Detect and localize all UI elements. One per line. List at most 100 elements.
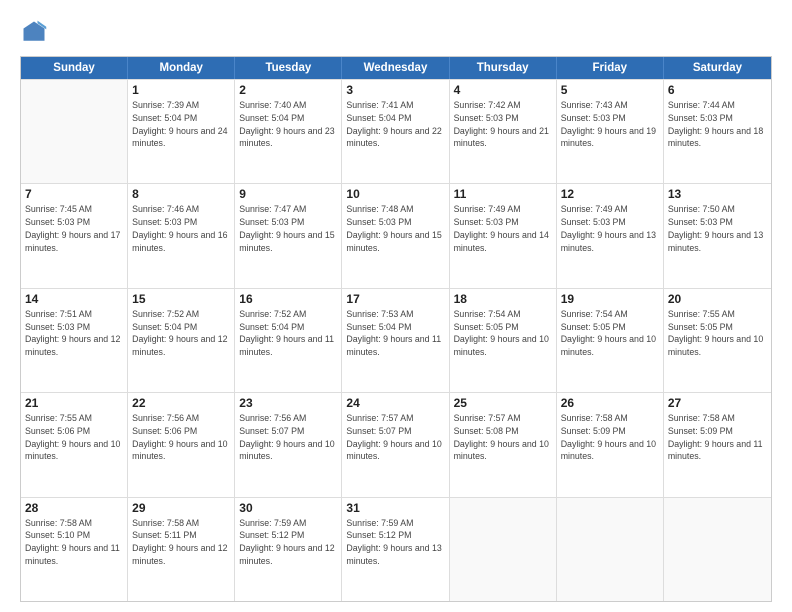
day-number: 6 bbox=[668, 83, 767, 97]
day-info: Sunrise: 7:58 AMSunset: 5:09 PMDaylight:… bbox=[668, 412, 767, 463]
calendar-cell: 19 Sunrise: 7:54 AMSunset: 5:05 PMDayligh… bbox=[557, 289, 664, 392]
day-info: Sunrise: 7:56 AMSunset: 5:07 PMDaylight:… bbox=[239, 412, 337, 463]
calendar-header-friday: Friday bbox=[557, 57, 664, 79]
calendar-cell: 18 Sunrise: 7:54 AMSunset: 5:05 PMDayligh… bbox=[450, 289, 557, 392]
day-number: 1 bbox=[132, 83, 230, 97]
calendar-cell bbox=[664, 498, 771, 601]
calendar-cell: 16 Sunrise: 7:52 AMSunset: 5:04 PMDayligh… bbox=[235, 289, 342, 392]
calendar-cell: 9Sunrise: 7:47 AMSunset: 5:03 PMDaylight… bbox=[235, 184, 342, 287]
calendar-cell bbox=[450, 498, 557, 601]
day-info: Sunrise: 7:55 AMSunset: 5:06 PMDaylight:… bbox=[25, 412, 123, 463]
calendar-cell: 6 Sunrise: 7:44 AMSunset: 5:03 PMDaylight… bbox=[664, 80, 771, 183]
day-info: Sunrise: 7:58 AMSunset: 5:09 PMDaylight:… bbox=[561, 412, 659, 463]
calendar-week-3: 14 Sunrise: 7:51 AMSunset: 5:03 PMDayligh… bbox=[21, 288, 771, 392]
calendar-cell: 31 Sunrise: 7:59 AMSunset: 5:12 PMDayligh… bbox=[342, 498, 449, 601]
calendar-cell: 4 Sunrise: 7:42 AMSunset: 5:03 PMDaylight… bbox=[450, 80, 557, 183]
day-info: Sunrise: 7:40 AMSunset: 5:04 PMDaylight:… bbox=[239, 99, 337, 150]
calendar-cell: 8 Sunrise: 7:46 AMSunset: 5:03 PMDaylight… bbox=[128, 184, 235, 287]
day-number: 16 bbox=[239, 292, 337, 306]
calendar-week-1: 1 Sunrise: 7:39 AMSunset: 5:04 PMDaylight… bbox=[21, 79, 771, 183]
calendar-cell bbox=[557, 498, 664, 601]
day-info: Sunrise: 7:59 AMSunset: 5:12 PMDaylight:… bbox=[346, 517, 444, 568]
day-number: 25 bbox=[454, 396, 552, 410]
calendar-week-5: 28Sunrise: 7:58 AMSunset: 5:10 PMDayligh… bbox=[21, 497, 771, 601]
page: SundayMondayTuesdayWednesdayThursdayFrid… bbox=[0, 0, 792, 612]
day-number: 5 bbox=[561, 83, 659, 97]
day-number: 29 bbox=[132, 501, 230, 515]
calendar-cell: 24 Sunrise: 7:57 AMSunset: 5:07 PMDayligh… bbox=[342, 393, 449, 496]
calendar-header-sunday: Sunday bbox=[21, 57, 128, 79]
calendar-header-tuesday: Tuesday bbox=[235, 57, 342, 79]
calendar-cell: 17Sunrise: 7:53 AMSunset: 5:04 PMDayligh… bbox=[342, 289, 449, 392]
day-info: Sunrise: 7:54 AMSunset: 5:05 PMDaylight:… bbox=[454, 308, 552, 359]
day-number: 12 bbox=[561, 187, 659, 201]
calendar-header-monday: Monday bbox=[128, 57, 235, 79]
calendar-header-row: SundayMondayTuesdayWednesdayThursdayFrid… bbox=[21, 57, 771, 79]
day-info: Sunrise: 7:46 AMSunset: 5:03 PMDaylight:… bbox=[132, 203, 230, 254]
day-info: Sunrise: 7:42 AMSunset: 5:03 PMDaylight:… bbox=[454, 99, 552, 150]
day-number: 24 bbox=[346, 396, 444, 410]
calendar-cell: 7 Sunrise: 7:45 AMSunset: 5:03 PMDaylight… bbox=[21, 184, 128, 287]
day-info: Sunrise: 7:45 AMSunset: 5:03 PMDaylight:… bbox=[25, 203, 123, 254]
day-info: Sunrise: 7:47 AMSunset: 5:03 PMDaylight:… bbox=[239, 203, 337, 254]
day-number: 10 bbox=[346, 187, 444, 201]
day-number: 11 bbox=[454, 187, 552, 201]
calendar-cell: 25 Sunrise: 7:57 AMSunset: 5:08 PMDayligh… bbox=[450, 393, 557, 496]
calendar-cell: 3 Sunrise: 7:41 AMSunset: 5:04 PMDaylight… bbox=[342, 80, 449, 183]
calendar-cell: 11 Sunrise: 7:49 AMSunset: 5:03 PMDayligh… bbox=[450, 184, 557, 287]
logo-icon bbox=[20, 18, 48, 46]
day-number: 31 bbox=[346, 501, 444, 515]
calendar-week-4: 21 Sunrise: 7:55 AMSunset: 5:06 PMDayligh… bbox=[21, 392, 771, 496]
day-number: 28 bbox=[25, 501, 123, 515]
day-number: 19 bbox=[561, 292, 659, 306]
day-info: Sunrise: 7:51 AMSunset: 5:03 PMDaylight:… bbox=[25, 308, 123, 359]
calendar-cell: 27 Sunrise: 7:58 AMSunset: 5:09 PMDayligh… bbox=[664, 393, 771, 496]
calendar-cell: 20Sunrise: 7:55 AMSunset: 5:05 PMDayligh… bbox=[664, 289, 771, 392]
day-number: 23 bbox=[239, 396, 337, 410]
calendar-cell: 13Sunrise: 7:50 AMSunset: 5:03 PMDayligh… bbox=[664, 184, 771, 287]
calendar-cell: 14 Sunrise: 7:51 AMSunset: 5:03 PMDayligh… bbox=[21, 289, 128, 392]
day-number: 4 bbox=[454, 83, 552, 97]
calendar-cell: 2Sunrise: 7:40 AMSunset: 5:04 PMDaylight… bbox=[235, 80, 342, 183]
day-number: 8 bbox=[132, 187, 230, 201]
calendar-cell: 23 Sunrise: 7:56 AMSunset: 5:07 PMDayligh… bbox=[235, 393, 342, 496]
calendar-cell: 29 Sunrise: 7:58 AMSunset: 5:11 PMDayligh… bbox=[128, 498, 235, 601]
day-info: Sunrise: 7:57 AMSunset: 5:07 PMDaylight:… bbox=[346, 412, 444, 463]
day-info: Sunrise: 7:52 AMSunset: 5:04 PMDaylight:… bbox=[132, 308, 230, 359]
calendar-week-2: 7 Sunrise: 7:45 AMSunset: 5:03 PMDaylight… bbox=[21, 183, 771, 287]
day-number: 7 bbox=[25, 187, 123, 201]
day-info: Sunrise: 7:49 AMSunset: 5:03 PMDaylight:… bbox=[454, 203, 552, 254]
day-number: 17 bbox=[346, 292, 444, 306]
header bbox=[20, 18, 772, 46]
day-info: Sunrise: 7:44 AMSunset: 5:03 PMDaylight:… bbox=[668, 99, 767, 150]
calendar-cell: 12Sunrise: 7:49 AMSunset: 5:03 PMDayligh… bbox=[557, 184, 664, 287]
day-number: 21 bbox=[25, 396, 123, 410]
calendar: SundayMondayTuesdayWednesdayThursdayFrid… bbox=[20, 56, 772, 602]
calendar-cell: 10 Sunrise: 7:48 AMSunset: 5:03 PMDayligh… bbox=[342, 184, 449, 287]
day-info: Sunrise: 7:48 AMSunset: 5:03 PMDaylight:… bbox=[346, 203, 444, 254]
calendar-cell: 21 Sunrise: 7:55 AMSunset: 5:06 PMDayligh… bbox=[21, 393, 128, 496]
calendar-cell: 5Sunrise: 7:43 AMSunset: 5:03 PMDaylight… bbox=[557, 80, 664, 183]
calendar-header-thursday: Thursday bbox=[450, 57, 557, 79]
day-info: Sunrise: 7:41 AMSunset: 5:04 PMDaylight:… bbox=[346, 99, 444, 150]
day-number: 27 bbox=[668, 396, 767, 410]
day-info: Sunrise: 7:54 AMSunset: 5:05 PMDaylight:… bbox=[561, 308, 659, 359]
day-number: 13 bbox=[668, 187, 767, 201]
day-info: Sunrise: 7:57 AMSunset: 5:08 PMDaylight:… bbox=[454, 412, 552, 463]
calendar-cell: 28Sunrise: 7:58 AMSunset: 5:10 PMDayligh… bbox=[21, 498, 128, 601]
day-number: 18 bbox=[454, 292, 552, 306]
day-info: Sunrise: 7:58 AMSunset: 5:11 PMDaylight:… bbox=[132, 517, 230, 568]
day-info: Sunrise: 7:39 AMSunset: 5:04 PMDaylight:… bbox=[132, 99, 230, 150]
calendar-cell: 22Sunrise: 7:56 AMSunset: 5:06 PMDayligh… bbox=[128, 393, 235, 496]
calendar-header-saturday: Saturday bbox=[664, 57, 771, 79]
calendar-cell bbox=[21, 80, 128, 183]
day-info: Sunrise: 7:55 AMSunset: 5:05 PMDaylight:… bbox=[668, 308, 767, 359]
day-number: 30 bbox=[239, 501, 337, 515]
day-info: Sunrise: 7:52 AMSunset: 5:04 PMDaylight:… bbox=[239, 308, 337, 359]
day-number: 14 bbox=[25, 292, 123, 306]
calendar-header-wednesday: Wednesday bbox=[342, 57, 449, 79]
day-number: 15 bbox=[132, 292, 230, 306]
calendar-cell: 1 Sunrise: 7:39 AMSunset: 5:04 PMDaylight… bbox=[128, 80, 235, 183]
day-number: 22 bbox=[132, 396, 230, 410]
day-number: 3 bbox=[346, 83, 444, 97]
